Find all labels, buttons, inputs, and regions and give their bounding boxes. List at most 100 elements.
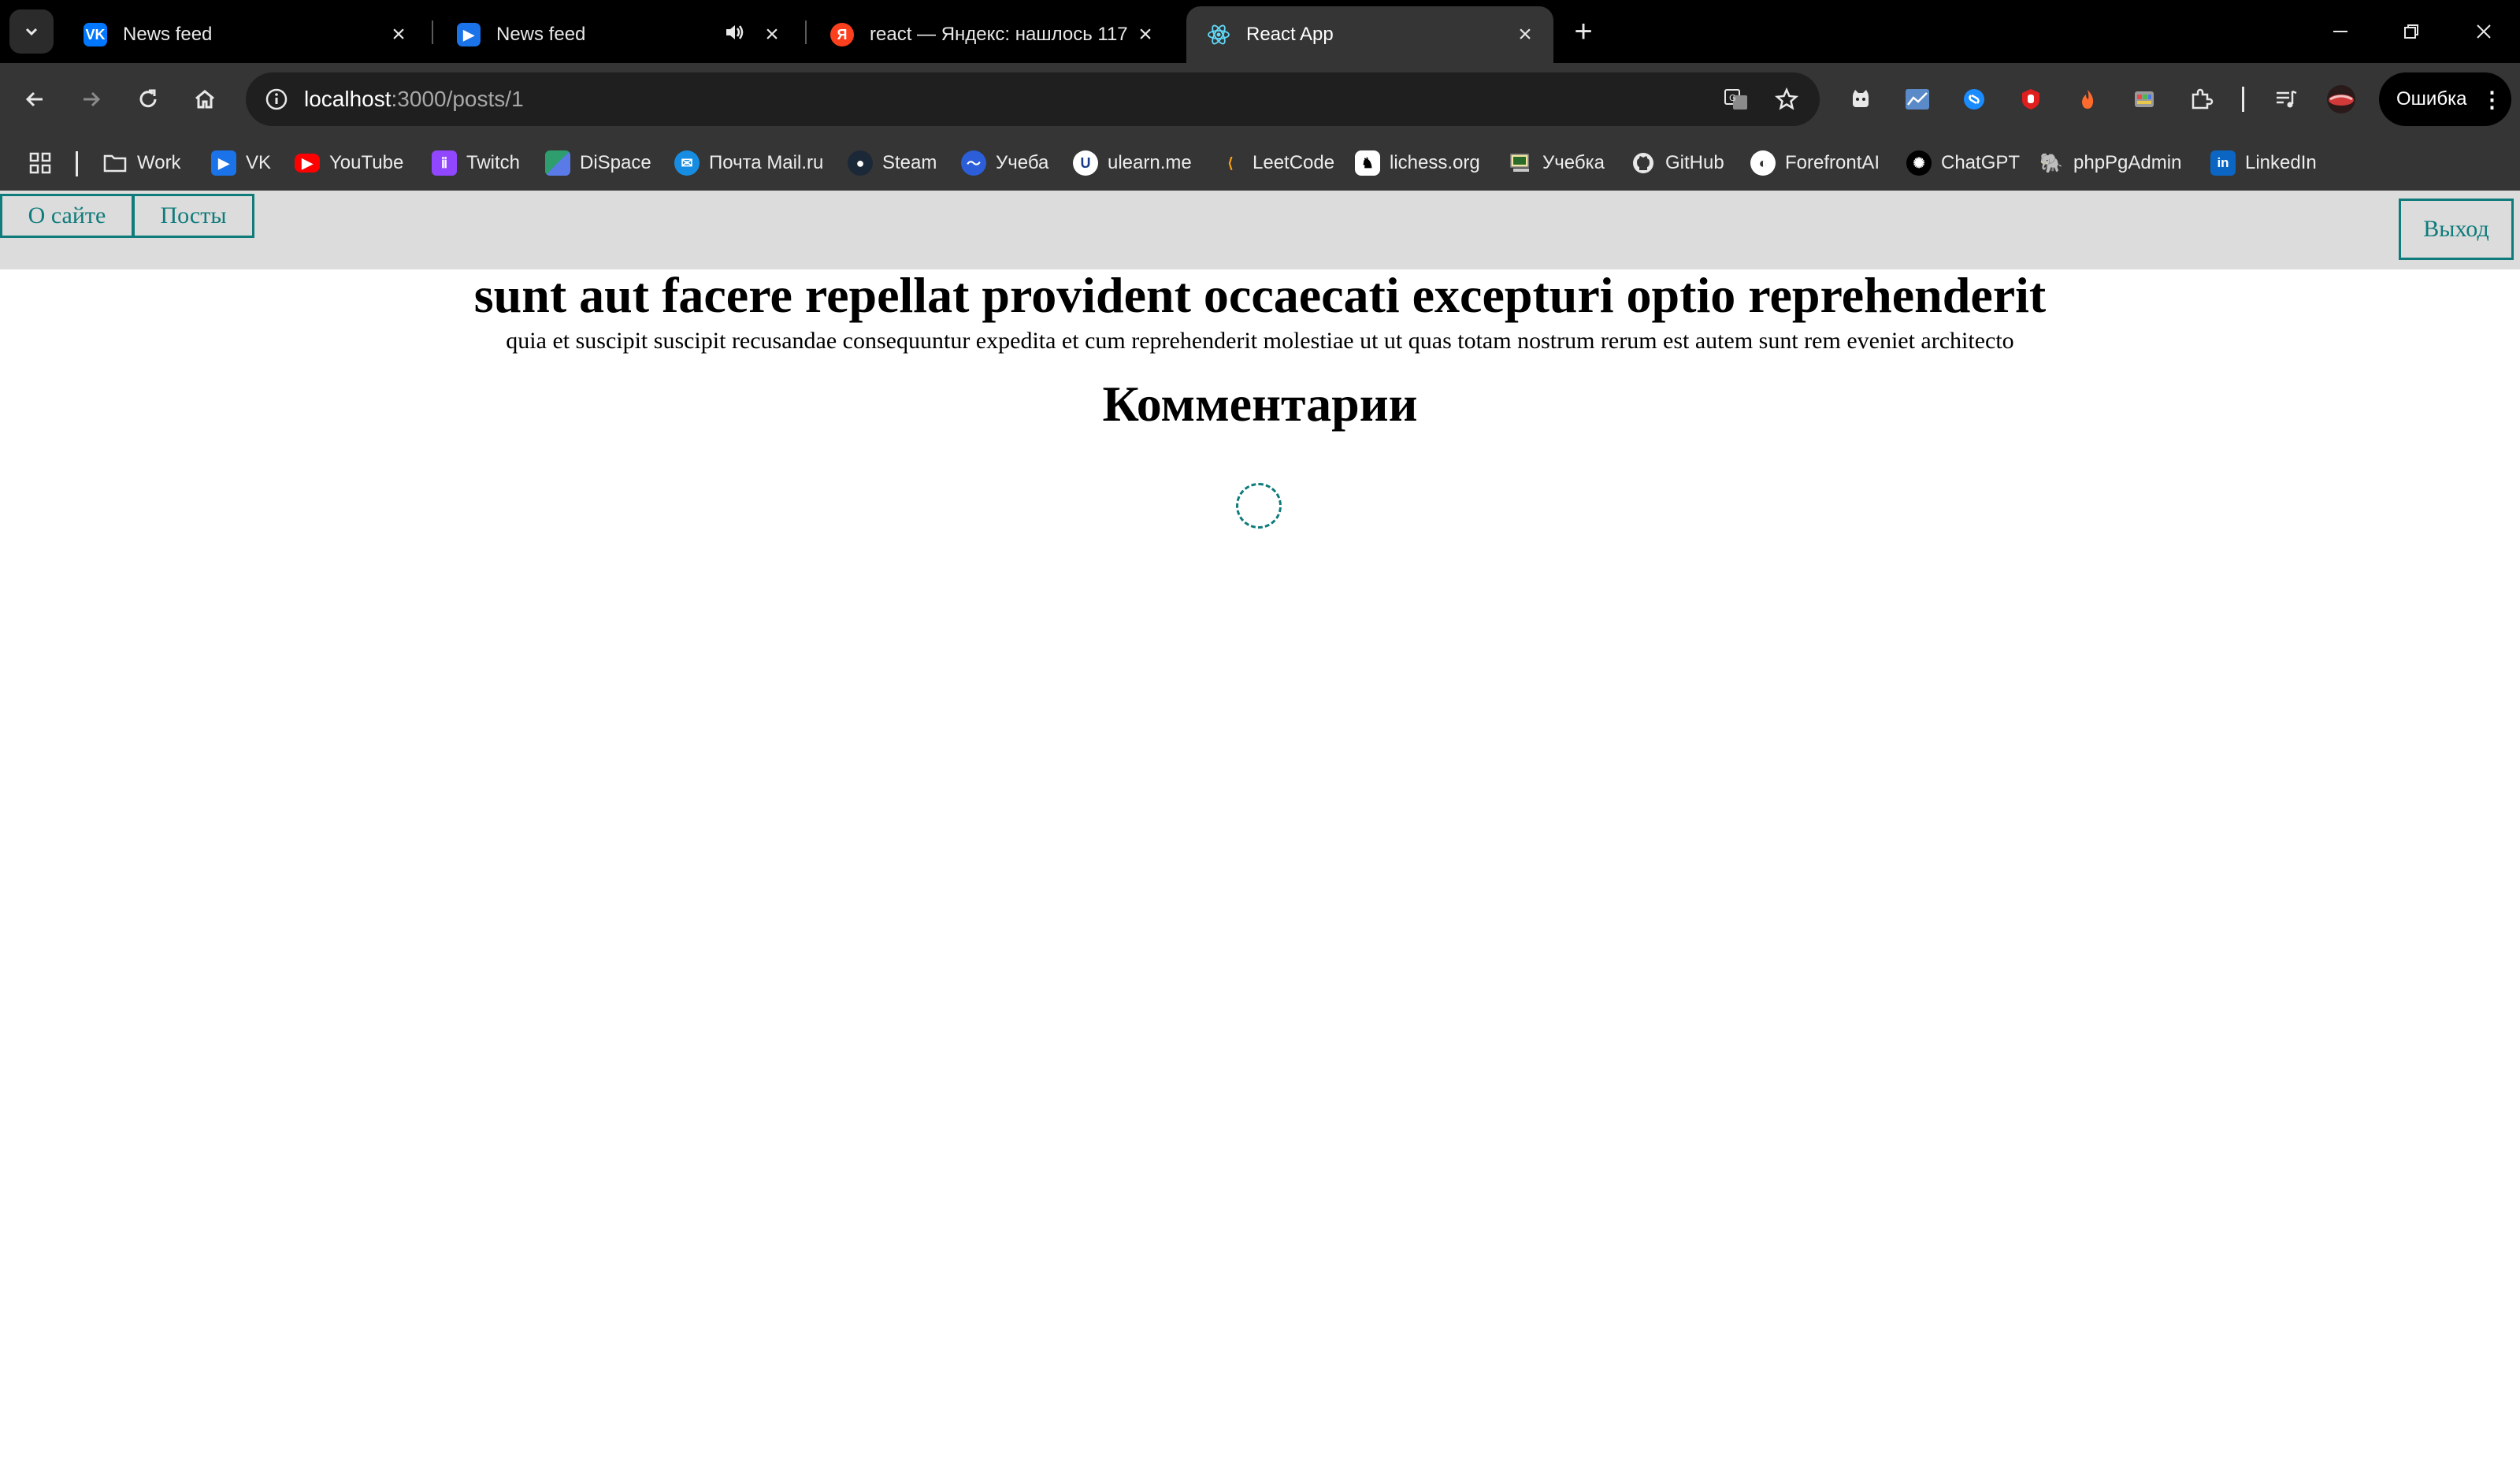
site-info-icon[interactable] — [265, 87, 288, 111]
tab-news-feed-video[interactable]: ▶ News feed × — [436, 6, 800, 63]
loading-spinner — [1236, 483, 1282, 529]
bookmark-phppgadmin[interactable]: 🐘 phpPgAdmin — [2039, 147, 2181, 180]
bookmark-study[interactable]: 〜 Учеба — [961, 147, 1048, 180]
nav-about-link[interactable]: О сайте — [0, 194, 134, 238]
bookmark-leetcode[interactable]: ⟨ LeetCode — [1218, 147, 1334, 180]
url-text: localhost:3000/posts/1 — [304, 87, 524, 112]
profile-error-button[interactable]: Ошибка ⋮ — [2379, 72, 2511, 126]
chevron-down-icon — [25, 28, 38, 36]
tab-news-feed-vk[interactable]: VK News feed × — [63, 6, 427, 63]
tab-react-app[interactable]: React App × — [1186, 6, 1553, 63]
tab-divider — [805, 20, 807, 44]
lichess-icon: ♞ — [1355, 150, 1380, 176]
shazam-icon[interactable] — [1955, 80, 1993, 118]
bookmark-label: GitHub — [1665, 152, 1724, 173]
bookmark-twitch[interactable]: ⅱ Twitch — [432, 147, 520, 180]
bookmark-label: lichess.org — [1390, 152, 1480, 173]
logout-button[interactable]: Выход — [2399, 199, 2514, 260]
reload-icon — [139, 89, 157, 108]
bookmark-work[interactable]: Work — [102, 147, 181, 180]
linkedin-icon: in — [2210, 150, 2236, 176]
bookmark-label: Twitch — [466, 152, 521, 173]
folder-icon — [102, 150, 128, 176]
bookmarks-divider — [76, 151, 78, 176]
youtube-icon: ▶ — [295, 154, 320, 173]
bookmark-lichess[interactable]: ♞ lichess.org — [1355, 147, 1480, 180]
bookmark-youtube[interactable]: ▶ YouTube — [295, 147, 403, 180]
address-bar[interactable]: localhost:3000/posts/1 G — [246, 72, 1820, 126]
bookmark-steam[interactable]: ● Steam — [848, 147, 937, 180]
tab-search-button[interactable] — [9, 9, 54, 54]
bookmark-github[interactable]: GitHub — [1631, 147, 1724, 180]
more-menu-icon[interactable]: ⋮ — [2481, 87, 2503, 113]
extension-cat-icon[interactable] — [1842, 80, 1880, 118]
bookmark-mail[interactable]: ✉ Почта Mail.ru — [674, 147, 823, 180]
extension-red-hand-icon[interactable] — [2012, 80, 2050, 118]
svg-text:G: G — [1729, 93, 1736, 103]
vk-video-icon: ▶ — [457, 23, 481, 46]
forward-button[interactable] — [72, 80, 110, 118]
bookmark-uchebka[interactable]: Учебка — [1508, 147, 1605, 180]
minimize-icon[interactable] — [2321, 14, 2360, 49]
url-path: :3000/posts/1 — [391, 87, 524, 111]
bookmark-dispace[interactable]: DiSpace — [545, 147, 651, 180]
bookmark-label: ulearn.me — [1108, 152, 1192, 173]
close-tab-icon[interactable]: × — [1133, 21, 1158, 47]
bookmark-label: DiSpace — [580, 152, 651, 173]
bookmark-ulearn[interactable]: U ulearn.me — [1073, 147, 1192, 180]
post-title: sunt aut facere repellat provident occae… — [473, 267, 2047, 323]
forefront-icon: ◐ — [1750, 150, 1776, 176]
dispace-icon — [545, 150, 570, 176]
mail-icon: ✉ — [674, 150, 700, 176]
postgres-icon: 🐘 — [2039, 152, 2063, 174]
github-icon — [1631, 150, 1656, 176]
twitch-icon: ⅱ — [432, 150, 457, 176]
url-host: localhost — [304, 87, 392, 111]
close-tab-icon[interactable]: × — [1512, 21, 1538, 47]
bookmark-label: ForefrontAI — [1785, 152, 1880, 173]
bookmark-label: VK — [246, 152, 272, 173]
ulearn-icon: U — [1073, 150, 1098, 176]
computer-icon — [1508, 150, 1533, 176]
home-button[interactable] — [186, 80, 224, 118]
close-tab-icon[interactable]: × — [386, 21, 411, 47]
bookmarks-bar: Work ▶ VK ▶ YouTube ⅱ Twitch DiSpace ✉ П… — [0, 135, 2520, 191]
extension-chart-icon[interactable] — [1898, 80, 1936, 118]
home-icon — [195, 90, 214, 109]
extension-fire-icon[interactable] — [2069, 80, 2106, 118]
extension-colorful-icon[interactable] — [2125, 80, 2163, 118]
bookmark-chatgpt[interactable]: ✺ ChatGPT — [1906, 147, 2020, 180]
tab-yandex-search[interactable]: Я react — Яндекс: нашлось 117 т × — [810, 6, 1174, 63]
bookmark-linkedin[interactable]: in LinkedIn — [2210, 147, 2317, 180]
bookmark-label: YouTube — [329, 152, 404, 173]
nav-posts-link[interactable]: Посты — [132, 194, 254, 238]
study-icon: 〜 — [961, 150, 986, 176]
bookmark-label: Учебка — [1542, 152, 1605, 173]
new-tab-button[interactable]: + — [1568, 16, 1599, 47]
chatgpt-icon: ✺ — [1906, 150, 1932, 176]
apps-grid-icon[interactable] — [28, 147, 52, 180]
restore-icon[interactable] — [2392, 14, 2431, 49]
profile-avatar-icon[interactable] — [2322, 80, 2360, 118]
bookmark-vk[interactable]: ▶ VK — [211, 147, 271, 180]
tab-title: News feed — [123, 24, 213, 45]
back-button[interactable] — [16, 80, 54, 118]
extensions-puzzle-icon[interactable] — [2182, 80, 2220, 118]
speaker-icon[interactable] — [723, 21, 745, 49]
arrow-left-icon — [25, 91, 43, 107]
app-navbar: О сайте Посты Выход — [0, 191, 2520, 269]
translate-icon[interactable]: G — [1717, 80, 1755, 118]
toolbar-divider — [2242, 87, 2244, 112]
profile-error-label: Ошибка — [2396, 88, 2467, 110]
tab-title: React App — [1246, 24, 1334, 45]
media-queue-icon[interactable] — [2267, 80, 2305, 118]
bookmark-star-icon[interactable] — [1768, 80, 1806, 118]
close-window-icon[interactable] — [2464, 14, 2503, 49]
steam-icon: ● — [848, 150, 873, 176]
close-tab-icon[interactable]: × — [759, 21, 785, 47]
comments-heading: Комментарии — [1102, 376, 1418, 432]
arrow-right-icon — [84, 91, 101, 107]
reload-button[interactable] — [129, 80, 167, 118]
bookmark-forefrontai[interactable]: ◐ ForefrontAI — [1750, 147, 1880, 180]
tab-title: News feed — [496, 24, 586, 45]
